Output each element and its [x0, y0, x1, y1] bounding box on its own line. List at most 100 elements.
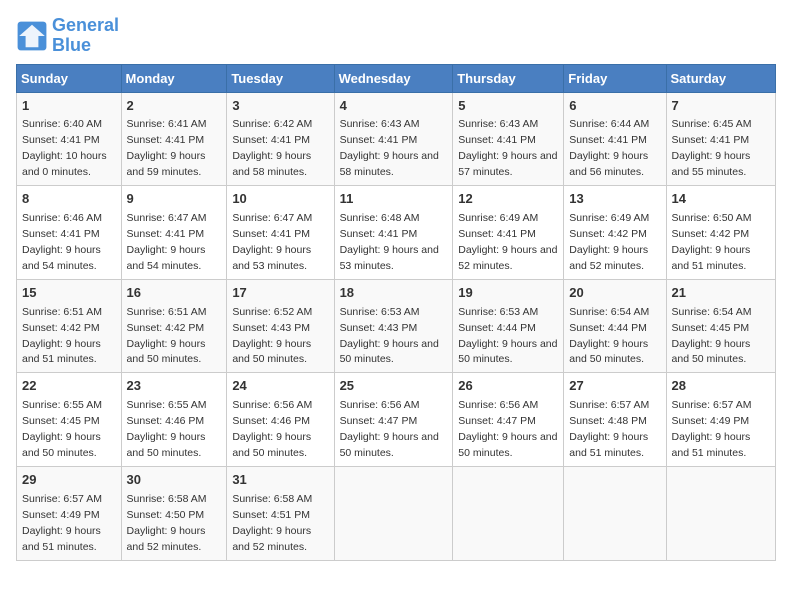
day-number: 30 — [127, 471, 222, 490]
sunrise-info: Sunrise: 6:49 AM — [569, 212, 649, 224]
calendar-week-5: 29 Sunrise: 6:57 AM Sunset: 4:49 PM Dayligh… — [17, 466, 776, 560]
calendar-cell: 10Sunrise: 6:47 AMSunset: 4:41 PMDayligh… — [227, 186, 334, 280]
sunrise-info: Sunrise: 6:48 AM — [340, 212, 420, 224]
sunrise-info: Sunrise: 6:44 AM — [569, 118, 649, 130]
calendar-cell — [334, 466, 453, 560]
sunrise-info: Sunrise: 6:57 AM — [22, 493, 102, 505]
day-number: 2 — [127, 97, 222, 116]
sunrise-info: Sunrise: 6:51 AM — [127, 306, 207, 318]
sunset-info: Sunset: 4:41 PM — [340, 228, 418, 240]
calendar-cell: 26Sunrise: 6:56 AMSunset: 4:47 PMDayligh… — [453, 373, 564, 467]
daylight-info: Daylight: 9 hours and 51 minutes. — [22, 525, 101, 553]
daylight-info: Daylight: 9 hours and 51 minutes. — [569, 431, 648, 459]
sunset-info: Sunset: 4:44 PM — [458, 322, 536, 334]
sunrise-info: Sunrise: 6:50 AM — [672, 212, 752, 224]
sunrise-info: Sunrise: 6:53 AM — [458, 306, 538, 318]
calendar-cell: 31Sunrise: 6:58 AMSunset: 4:51 PMDayligh… — [227, 466, 334, 560]
sunrise-info: Sunrise: 6:51 AM — [22, 306, 102, 318]
calendar-cell: 5Sunrise: 6:43 AMSunset: 4:41 PMDaylight… — [453, 92, 564, 186]
day-number: 29 — [22, 471, 116, 490]
calendar-cell: 3Sunrise: 6:42 AMSunset: 4:41 PMDaylight… — [227, 92, 334, 186]
calendar-cell — [564, 466, 666, 560]
calendar-cell: 17Sunrise: 6:52 AMSunset: 4:43 PMDayligh… — [227, 279, 334, 373]
calendar-week-4: 22Sunrise: 6:55 AMSunset: 4:45 PMDayligh… — [17, 373, 776, 467]
day-number: 25 — [340, 377, 448, 396]
calendar-cell: 18Sunrise: 6:53 AMSunset: 4:43 PMDayligh… — [334, 279, 453, 373]
daylight-info: Daylight: 9 hours and 51 minutes. — [672, 431, 751, 459]
day-number: 9 — [127, 190, 222, 209]
daylight-info: Daylight: 9 hours and 54 minutes. — [127, 244, 206, 272]
logo-text: General Blue — [52, 16, 119, 56]
sunset-info: Sunset: 4:41 PM — [672, 134, 750, 146]
day-number: 21 — [672, 284, 770, 303]
sunrise-info: Sunrise: 6:43 AM — [340, 118, 420, 130]
sunrise-info: Sunrise: 6:56 AM — [340, 399, 420, 411]
daylight-info: Daylight: 9 hours and 50 minutes. — [232, 338, 311, 366]
sunrise-info: Sunrise: 6:58 AM — [127, 493, 207, 505]
calendar-cell: 8Sunrise: 6:46 AMSunset: 4:41 PMDaylight… — [17, 186, 122, 280]
sunrise-info: Sunrise: 6:45 AM — [672, 118, 752, 130]
sunrise-info: Sunrise: 6:56 AM — [458, 399, 538, 411]
day-number: 8 — [22, 190, 116, 209]
day-number: 3 — [232, 97, 328, 116]
sunset-info: Sunset: 4:49 PM — [22, 509, 100, 521]
logo: General Blue — [16, 16, 119, 56]
calendar-cell: 1Sunrise: 6:40 AMSunset: 4:41 PMDaylight… — [17, 92, 122, 186]
calendar-week-3: 15 Sunrise: 6:51 AM Sunset: 4:42 PM Dayligh… — [17, 279, 776, 373]
sunset-info: Sunset: 4:46 PM — [127, 415, 205, 427]
sunrise-info: Sunrise: 6:57 AM — [569, 399, 649, 411]
calendar-cell: 4Sunrise: 6:43 AMSunset: 4:41 PMDaylight… — [334, 92, 453, 186]
daylight-info: Daylight: 9 hours and 53 minutes. — [340, 244, 439, 272]
day-number: 5 — [458, 97, 558, 116]
daylight-info: Daylight: 9 hours and 50 minutes. — [232, 431, 311, 459]
sunset-info: Sunset: 4:41 PM — [340, 134, 418, 146]
sunset-info: Sunset: 4:43 PM — [232, 322, 310, 334]
sunset-info: Sunset: 4:41 PM — [22, 228, 100, 240]
calendar-cell: 12Sunrise: 6:49 AMSunset: 4:41 PMDayligh… — [453, 186, 564, 280]
daylight-info: Daylight: 10 hours and 0 minutes. — [22, 150, 107, 178]
daylight-info: Daylight: 9 hours and 58 minutes. — [340, 150, 439, 178]
sunrise-info: Sunrise: 6:53 AM — [340, 306, 420, 318]
sunset-info: Sunset: 4:42 PM — [672, 228, 750, 240]
sunrise-info: Sunrise: 6:56 AM — [232, 399, 312, 411]
sunset-info: Sunset: 4:41 PM — [458, 134, 536, 146]
sunrise-info: Sunrise: 6:49 AM — [458, 212, 538, 224]
day-header-wednesday: Wednesday — [334, 64, 453, 92]
sunrise-info: Sunrise: 6:55 AM — [127, 399, 207, 411]
day-header-saturday: Saturday — [666, 64, 775, 92]
sunrise-info: Sunrise: 6:40 AM — [22, 118, 102, 130]
sunset-info: Sunset: 4:45 PM — [22, 415, 100, 427]
sunrise-info: Sunrise: 6:54 AM — [569, 306, 649, 318]
sunset-info: Sunset: 4:41 PM — [232, 228, 310, 240]
day-number: 15 — [22, 284, 116, 303]
day-number: 20 — [569, 284, 660, 303]
calendar-cell: 29 Sunrise: 6:57 AM Sunset: 4:49 PM Dayligh… — [17, 466, 122, 560]
sunset-info: Sunset: 4:46 PM — [232, 415, 310, 427]
sunset-info: Sunset: 4:45 PM — [672, 322, 750, 334]
sunset-info: Sunset: 4:42 PM — [22, 322, 100, 334]
day-number: 28 — [672, 377, 770, 396]
daylight-info: Daylight: 9 hours and 50 minutes. — [340, 431, 439, 459]
daylight-info: Daylight: 9 hours and 50 minutes. — [672, 338, 751, 366]
calendar-cell: 6Sunrise: 6:44 AMSunset: 4:41 PMDaylight… — [564, 92, 666, 186]
sunrise-info: Sunrise: 6:58 AM — [232, 493, 312, 505]
daylight-info: Daylight: 9 hours and 53 minutes. — [232, 244, 311, 272]
sunset-info: Sunset: 4:48 PM — [569, 415, 647, 427]
calendar-cell: 14Sunrise: 6:50 AMSunset: 4:42 PMDayligh… — [666, 186, 775, 280]
day-number: 24 — [232, 377, 328, 396]
daylight-info: Daylight: 9 hours and 52 minutes. — [458, 244, 557, 272]
daylight-info: Daylight: 9 hours and 55 minutes. — [672, 150, 751, 178]
calendar-week-2: 8Sunrise: 6:46 AMSunset: 4:41 PMDaylight… — [17, 186, 776, 280]
calendar-cell: 2Sunrise: 6:41 AMSunset: 4:41 PMDaylight… — [121, 92, 227, 186]
calendar-cell: 30Sunrise: 6:58 AMSunset: 4:50 PMDayligh… — [121, 466, 227, 560]
daylight-info: Daylight: 9 hours and 57 minutes. — [458, 150, 557, 178]
calendar-cell: 15 Sunrise: 6:51 AM Sunset: 4:42 PM Dayligh… — [17, 279, 122, 373]
calendar-cell: 20Sunrise: 6:54 AMSunset: 4:44 PMDayligh… — [564, 279, 666, 373]
day-number: 26 — [458, 377, 558, 396]
calendar-week-1: 1Sunrise: 6:40 AMSunset: 4:41 PMDaylight… — [17, 92, 776, 186]
daylight-info: Daylight: 9 hours and 50 minutes. — [22, 431, 101, 459]
calendar-cell: 7Sunrise: 6:45 AMSunset: 4:41 PMDaylight… — [666, 92, 775, 186]
daylight-info: Daylight: 9 hours and 51 minutes. — [22, 338, 101, 366]
daylight-info: Daylight: 9 hours and 50 minutes. — [458, 431, 557, 459]
daylight-info: Daylight: 9 hours and 50 minutes. — [569, 338, 648, 366]
